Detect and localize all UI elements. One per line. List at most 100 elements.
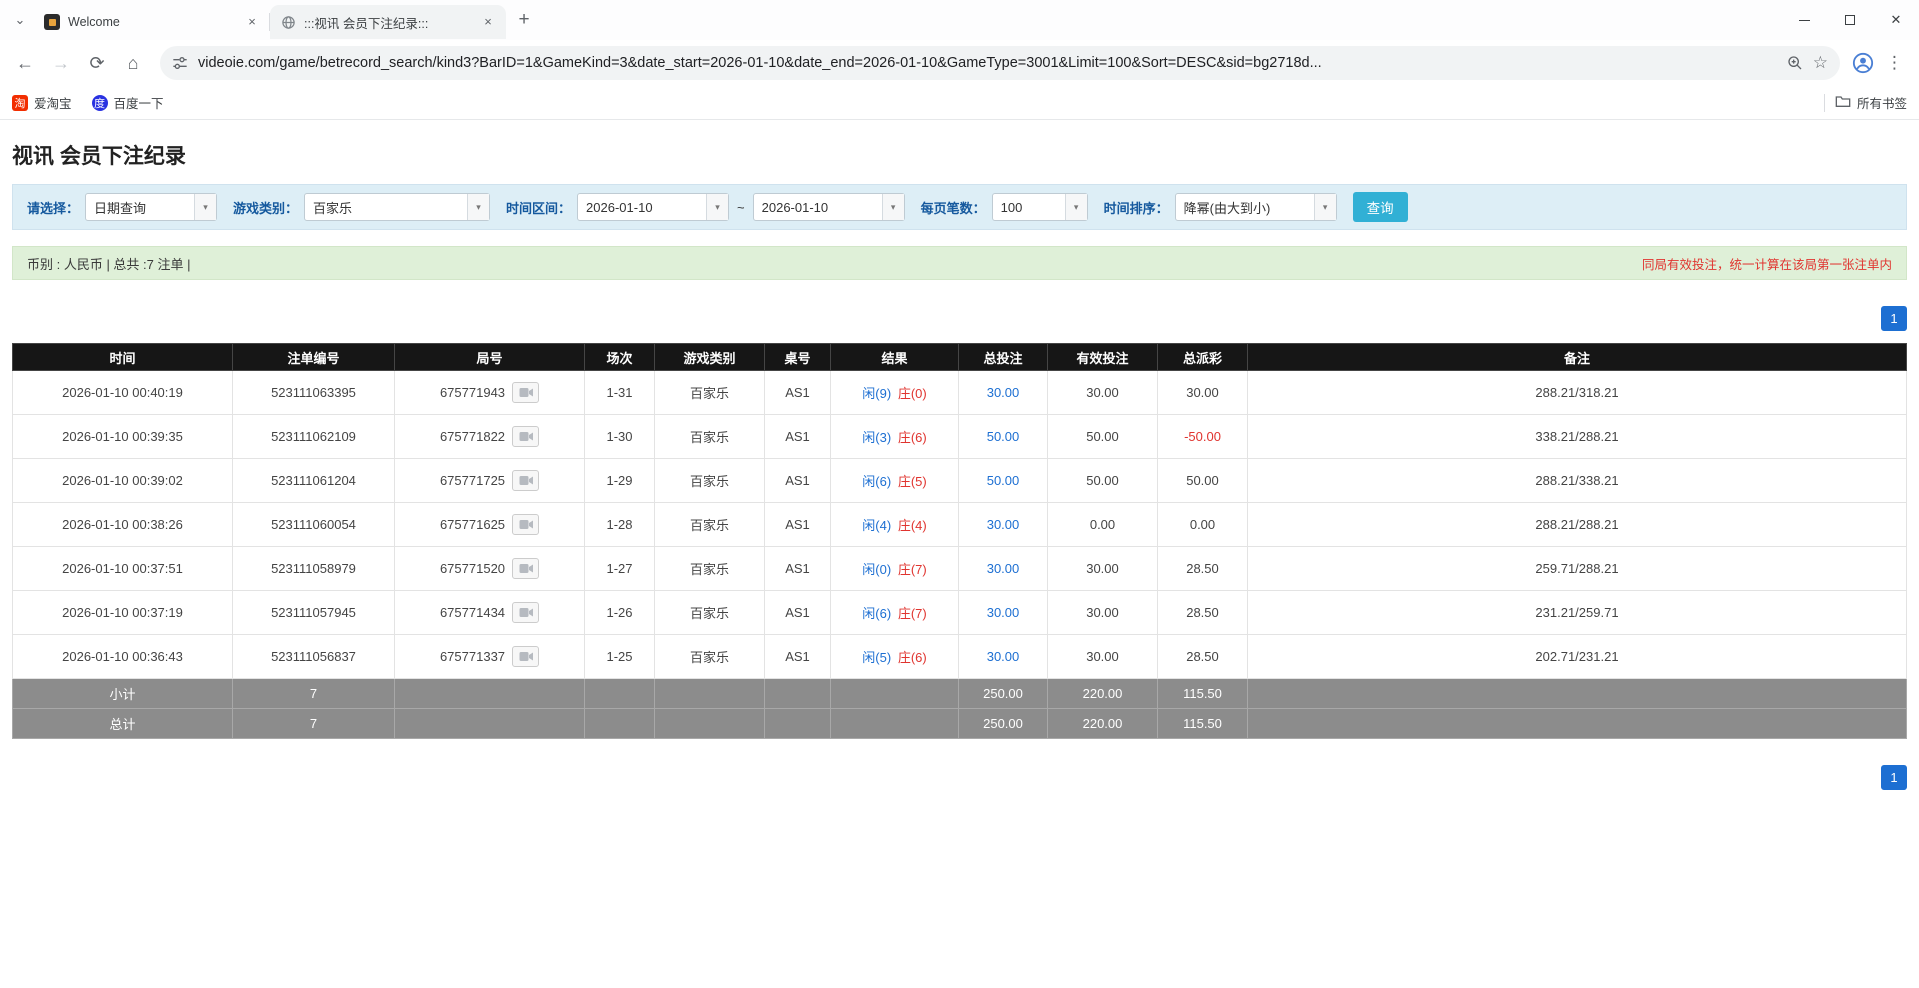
cell-result: 闲(0) 庄(7) [831,547,959,591]
menu-kebab-icon[interactable]: ⋮ [1880,53,1909,73]
total-payout: 115.50 [1158,709,1248,739]
cell-valid-bet: 30.00 [1048,591,1158,635]
valid-bet-notice: 同局有效投注，统一计算在该局第一张注单内 [1642,254,1892,273]
close-tab-icon[interactable]: × [480,14,496,30]
cell-session: 1-25 [585,635,655,679]
col-header-time: 时间 [13,344,233,371]
forward-button[interactable]: → [46,48,76,78]
globe-favicon [280,14,296,30]
round-number: 675771725 [440,473,505,488]
cell-note: 288.21/288.21 [1248,503,1907,547]
replay-video-button[interactable] [512,426,539,447]
chevron-down-icon[interactable]: ▾ [194,194,216,220]
subtotal-valid-bet: 220.00 [1048,679,1158,709]
page-1-button[interactable]: 1 [1881,765,1907,790]
cell-note: 259.71/288.21 [1248,547,1907,591]
table-row: 2026-01-10 00:38:26 523111060054 6757716… [13,503,1907,547]
replay-video-button[interactable] [512,646,539,667]
replay-video-button[interactable] [512,558,539,579]
bet-records-table: 时间 注单编号 局号 场次 游戏类别 桌号 结果 总投注 有效投注 总派彩 备注… [12,343,1907,739]
cell-bet-id: 523111061204 [233,459,395,503]
back-button[interactable]: ← [10,48,40,78]
sort-select[interactable]: 降幂(由大到小) ▾ [1175,193,1337,221]
total-row: 总计 7 250.00 220.00 115.50 [13,709,1907,739]
total-bet-link[interactable]: 50.00 [987,473,1020,488]
cell-table-no: AS1 [765,371,831,415]
address-bar[interactable]: videoie.com/game/betrecord_search/kind3?… [160,46,1840,80]
table-row: 2026-01-10 00:36:43 523111056837 6757713… [13,635,1907,679]
chevron-down-icon[interactable]: ▾ [882,194,904,220]
cell-time: 2026-01-10 00:37:51 [13,547,233,591]
chevron-down-icon[interactable]: ▾ [467,194,489,220]
table-row: 2026-01-10 00:39:02 523111061204 6757717… [13,459,1907,503]
per-page-select[interactable]: 100 ▾ [992,193,1088,221]
profile-icon[interactable] [1852,52,1874,74]
result-player: 闲(6) [862,606,891,621]
tab-bar: ⌄ Welcome × :::视讯 会员下注纪录::: × + ✕ [0,0,1919,40]
maximize-button[interactable] [1827,0,1873,40]
minimize-button[interactable] [1781,0,1827,40]
all-bookmarks-button[interactable]: 所有书签 [1835,93,1907,112]
home-button[interactable]: ⌂ [118,48,148,78]
page-1-button[interactable]: 1 [1881,306,1907,331]
round-number: 675771822 [440,429,505,444]
cell-total-bet: 30.00 [959,547,1048,591]
game-kind-select[interactable]: 百家乐 ▾ [304,193,490,221]
cell-total-bet: 30.00 [959,635,1048,679]
subtotal-total-bet: 250.00 [959,679,1048,709]
cell-result: 闲(6) 庄(7) [831,591,959,635]
cell-bet-id: 523111056837 [233,635,395,679]
cell-result: 闲(5) 庄(6) [831,635,959,679]
total-label: 总计 [13,709,233,739]
close-tab-icon[interactable]: × [244,14,260,30]
table-row: 2026-01-10 00:40:19 523111063395 6757719… [13,371,1907,415]
cell-note: 231.21/259.71 [1248,591,1907,635]
replay-video-button[interactable] [512,602,539,623]
cell-valid-bet: 0.00 [1048,503,1158,547]
round-number: 675771625 [440,517,505,532]
cell-time: 2026-01-10 00:39:35 [13,415,233,459]
total-bet-link[interactable]: 50.00 [987,429,1020,444]
chevron-down-icon[interactable]: ▾ [1314,194,1336,220]
cell-payout: 30.00 [1158,371,1248,415]
query-type-select[interactable]: 日期查询 ▾ [85,193,217,221]
chevron-down-icon[interactable]: ▾ [1065,194,1087,220]
cell-bet-id: 523111057945 [233,591,395,635]
cell-game-kind: 百家乐 [655,371,765,415]
total-bet-link[interactable]: 30.00 [987,561,1020,576]
cell-result: 闲(9) 庄(0) [831,371,959,415]
new-tab-button[interactable]: + [510,6,538,34]
table-row: 2026-01-10 00:39:35 523111062109 6757718… [13,415,1907,459]
date-start-input[interactable]: 2026-01-10 ▾ [577,193,729,221]
tab-search-chevron-icon[interactable]: ⌄ [6,6,34,34]
replay-video-button[interactable] [512,514,539,535]
chevron-down-icon[interactable]: ▾ [706,194,728,220]
url-text[interactable]: videoie.com/game/betrecord_search/kind3?… [198,55,1777,71]
result-player: 闲(4) [862,518,891,533]
total-bet-link[interactable]: 30.00 [987,385,1020,400]
date-end-input[interactable]: 2026-01-10 ▾ [753,193,905,221]
replay-video-button[interactable] [512,382,539,403]
total-bet-link[interactable]: 30.00 [987,517,1020,532]
all-bookmarks-label: 所有书签 [1857,93,1907,112]
bookmark-star-icon[interactable]: ☆ [1813,53,1828,73]
col-header-note: 备注 [1248,344,1907,371]
bookmark-taobao[interactable]: 淘 爱淘宝 [12,93,72,112]
replay-video-button[interactable] [512,470,539,491]
tab-welcome[interactable]: Welcome × [34,5,270,39]
zoom-icon[interactable] [1787,55,1803,71]
bookmarks-bar: 淘 爱淘宝 度 百度一下 所有书签 [0,86,1919,120]
bookmark-baidu[interactable]: 度 百度一下 [92,93,164,112]
site-settings-icon[interactable] [172,55,188,71]
reload-button[interactable]: ⟳ [82,48,112,78]
total-bet-link[interactable]: 30.00 [987,605,1020,620]
cell-game-kind: 百家乐 [655,503,765,547]
close-window-button[interactable]: ✕ [1873,0,1919,40]
summary-bar: 币别 : 人民币 | 总共 :7 注单 | 同局有效投注，统一计算在该局第一张注… [12,246,1907,280]
search-button[interactable]: 查询 [1353,192,1408,222]
col-header-game-kind: 游戏类别 [655,344,765,371]
cell-bet-id: 523111063395 [233,371,395,415]
cell-valid-bet: 50.00 [1048,459,1158,503]
tab-betrecord[interactable]: :::视讯 会员下注纪录::: × [270,5,506,39]
total-bet-link[interactable]: 30.00 [987,649,1020,664]
